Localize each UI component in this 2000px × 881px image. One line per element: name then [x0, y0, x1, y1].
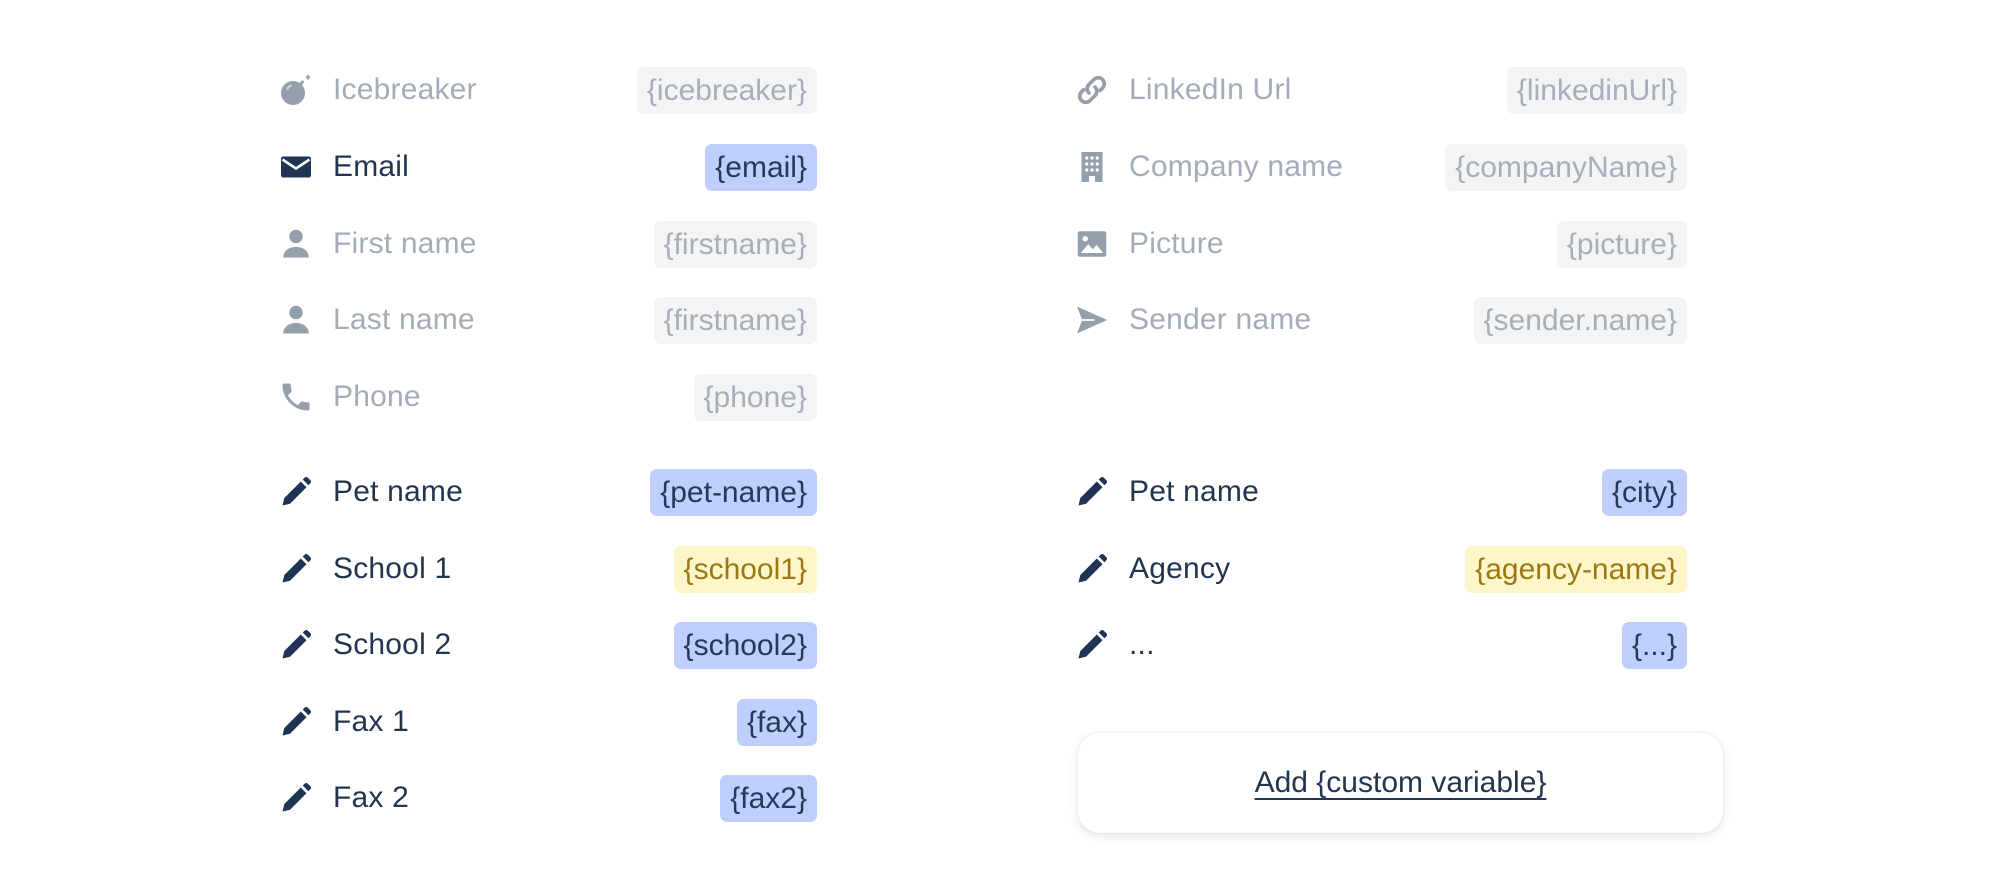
link-icon: [1073, 71, 1111, 109]
variable-label: Agency: [1129, 552, 1231, 585]
variable-token[interactable]: {firstname}: [653, 296, 817, 344]
picture-icon: [1073, 225, 1111, 263]
variable-label: Last name: [333, 303, 475, 336]
variable-token[interactable]: {agency-name}: [1465, 545, 1687, 593]
variable-token[interactable]: {firstname}: [653, 220, 817, 268]
variable-token[interactable]: {city}: [1601, 468, 1687, 516]
pencil-icon: [277, 779, 315, 817]
custom-variable-row[interactable]: ... {...}: [1073, 621, 1687, 669]
variable-label: Picture: [1129, 227, 1224, 260]
phone-icon: [277, 378, 315, 416]
building-icon: [1073, 148, 1111, 186]
variable-label: ...: [1129, 628, 1155, 661]
variable-token[interactable]: {email}: [705, 143, 817, 191]
pencil-icon: [277, 703, 315, 741]
variable-token[interactable]: {picture}: [1556, 220, 1687, 268]
variable-token[interactable]: {fax2}: [720, 774, 817, 822]
variable-token[interactable]: {linkedinUrl}: [1506, 66, 1687, 114]
variable-label: Pet name: [333, 475, 464, 508]
variable-token[interactable]: {fax}: [736, 698, 817, 746]
variable-token[interactable]: {sender.name}: [1473, 296, 1687, 344]
variable-label: First name: [333, 227, 477, 260]
variable-row-company-name[interactable]: Company name {companyName}: [1073, 143, 1687, 191]
variable-label: Fax 2: [333, 781, 410, 814]
pencil-icon: [1073, 473, 1111, 511]
add-custom-variable-label[interactable]: Add {custom variable}: [1255, 766, 1547, 800]
variable-row-first-name[interactable]: First name {firstname}: [277, 220, 817, 268]
pencil-icon: [1073, 550, 1111, 588]
variable-token[interactable]: {icebreaker}: [636, 66, 817, 114]
variable-label: Email: [333, 150, 410, 183]
pencil-icon: [277, 550, 315, 588]
variable-token[interactable]: {phone}: [693, 373, 817, 421]
variable-row-sender-name[interactable]: Sender name {sender.name}: [1073, 296, 1687, 344]
variable-label: School 1: [333, 552, 452, 585]
send-icon: [1073, 301, 1111, 339]
user-icon: [277, 301, 315, 339]
variable-row-last-name[interactable]: Last name {firstname}: [277, 296, 817, 344]
custom-variable-row[interactable]: Fax 1 {fax}: [277, 698, 817, 746]
envelope-icon: [277, 148, 315, 186]
variable-token[interactable]: {...}: [1621, 621, 1687, 669]
variable-row-picture[interactable]: Picture {picture}: [1073, 220, 1687, 268]
custom-variable-row[interactable]: Fax 2 {fax2}: [277, 774, 817, 822]
add-custom-variable-button[interactable]: Add {custom variable}: [1078, 733, 1723, 833]
custom-variable-row[interactable]: Pet name {pet-name}: [277, 468, 817, 516]
variable-token[interactable]: {companyName}: [1445, 143, 1687, 191]
user-icon: [277, 225, 315, 263]
variable-label: Fax 1: [333, 705, 410, 738]
custom-variable-row[interactable]: School 2 {school2}: [277, 621, 817, 669]
variable-label: Sender name: [1129, 303, 1312, 336]
variable-label: Company name: [1129, 150, 1344, 183]
variable-token[interactable]: {school2}: [673, 621, 817, 669]
pencil-icon: [277, 626, 315, 664]
pencil-icon: [1073, 626, 1111, 664]
variable-label: Phone: [333, 380, 421, 413]
variable-label: Pet name: [1129, 475, 1260, 508]
variable-token[interactable]: {school1}: [673, 545, 817, 593]
custom-variable-row[interactable]: School 1 {school1}: [277, 545, 817, 593]
bomb-icon: [277, 71, 315, 109]
variable-label: LinkedIn Url: [1129, 73, 1292, 106]
custom-variable-row[interactable]: Agency {agency-name}: [1073, 545, 1687, 593]
variable-label: Icebreaker: [333, 73, 477, 106]
variable-row-phone[interactable]: Phone {phone}: [277, 373, 817, 421]
variable-token[interactable]: {pet-name}: [650, 468, 817, 516]
variable-row-email[interactable]: Email {email}: [277, 143, 817, 191]
custom-variable-row[interactable]: Pet name {city}: [1073, 468, 1687, 516]
variable-row-linkedin-url[interactable]: LinkedIn Url {linkedinUrl}: [1073, 66, 1687, 114]
variable-label: School 2: [333, 628, 452, 661]
pencil-icon: [277, 473, 315, 511]
variable-row-icebreaker[interactable]: Icebreaker {icebreaker}: [277, 66, 817, 114]
